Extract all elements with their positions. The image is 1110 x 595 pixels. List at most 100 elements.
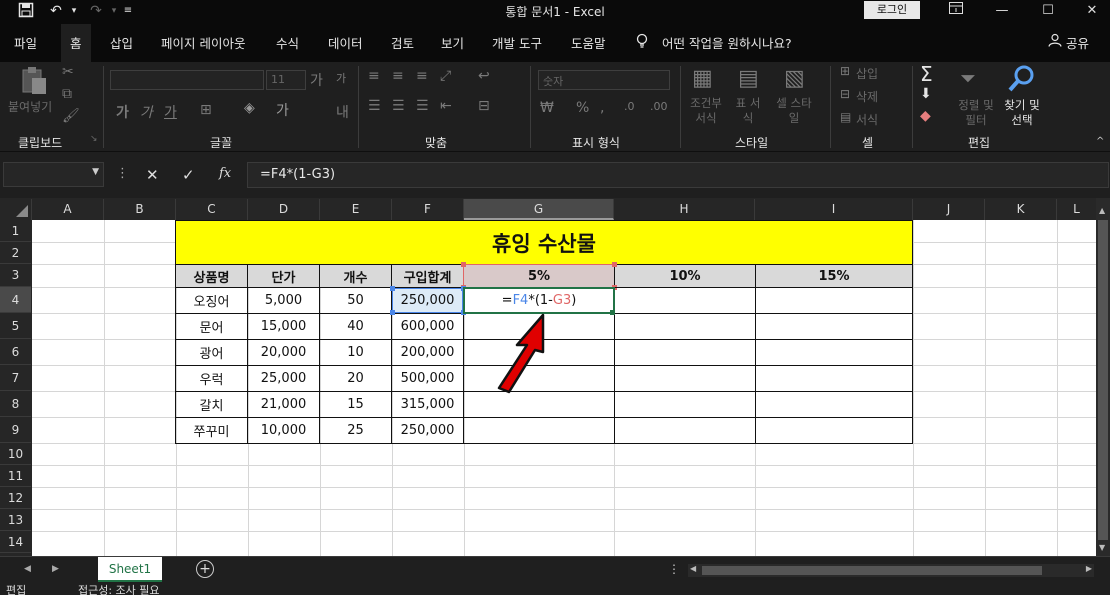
formula-input[interactable]: =F4*(1-G3) [247, 162, 1109, 188]
row-header-12[interactable]: 12 [0, 487, 31, 509]
price-cell[interactable]: 10,000 [248, 418, 319, 443]
accessibility-status[interactable]: 접근성: 조사 필요 [78, 584, 160, 595]
total-cell[interactable]: 315,000 [392, 392, 463, 417]
name-box[interactable]: ▼ [3, 162, 104, 187]
column-header-a[interactable]: A [32, 199, 104, 220]
row-header-6[interactable]: 6 [0, 339, 31, 365]
font-size-box[interactable]: 11 [266, 70, 306, 90]
vertical-scrollbar[interactable]: ▲ ▼ [1096, 198, 1110, 556]
clipboard-launcher-icon[interactable]: ↘ [90, 134, 98, 144]
decrease-font-icon[interactable]: 가 [336, 70, 346, 86]
indent-icon[interactable]: ⇤ [440, 98, 452, 114]
format-table-icon[interactable]: ▤ [738, 66, 759, 91]
insert-function-icon[interactable]: fx [219, 166, 231, 181]
align-left-icon[interactable]: ☰ [368, 98, 381, 114]
total-cell[interactable]: 200,000 [392, 340, 463, 365]
row-header-3[interactable]: 3 [0, 264, 31, 287]
close-icon[interactable]: ✕ [1074, 1, 1110, 21]
delete-cells-icon[interactable]: ⊟ [840, 87, 850, 101]
cell-styles-icon[interactable]: ▧ [784, 66, 805, 91]
qty-cell[interactable]: 15 [320, 392, 391, 417]
find-select-label[interactable]: 찾기 및 선택 [998, 98, 1046, 128]
increase-font-icon[interactable]: 가 [310, 70, 323, 90]
cancel-icon[interactable]: ✕ [146, 166, 159, 184]
paste-label[interactable]: 붙여넣기 [8, 98, 52, 115]
fill-handle[interactable] [610, 310, 615, 315]
format-table-label[interactable]: 표 서식 [734, 96, 762, 126]
cut-icon[interactable]: ✂ [62, 64, 74, 80]
fill-icon[interactable]: ⬇ [920, 86, 932, 102]
product-cell[interactable]: 갈치 [176, 392, 247, 417]
cell-styles-label[interactable]: 셀 스타일 [772, 96, 816, 126]
product-cell[interactable]: 쭈꾸미 [176, 418, 247, 443]
column-header-b[interactable]: B [104, 199, 176, 220]
share-button[interactable]: 공유 [1066, 33, 1089, 52]
column-header-g[interactable]: G [464, 199, 614, 220]
tab-insert[interactable]: 삽입 [110, 33, 133, 52]
tab-view[interactable]: 보기 [441, 33, 464, 52]
qty-cell[interactable]: 25 [320, 418, 391, 443]
align-middle-icon[interactable]: ≡ [392, 68, 404, 84]
select-all-corner[interactable] [0, 199, 32, 220]
italic-button[interactable]: 가 [140, 102, 153, 122]
header-cell[interactable]: 상품명 [175, 264, 248, 288]
scroll-tabs-right-icon[interactable]: ▶ [52, 564, 59, 574]
price-cell[interactable]: 5,000 [248, 288, 319, 313]
border-icon[interactable]: ⊞ [200, 102, 212, 118]
row-header-14[interactable]: 14 [0, 531, 31, 553]
minimize-icon[interactable]: — [984, 1, 1020, 21]
table-title[interactable]: 휴잉 수산물 [175, 220, 913, 265]
merge-center-icon[interactable]: ⊟ [478, 98, 490, 114]
qty-cell[interactable]: 20 [320, 366, 391, 391]
column-header-k[interactable]: K [985, 199, 1057, 220]
wrap-text-icon[interactable]: ↩ [478, 68, 490, 84]
more-icon[interactable]: ⋮ [116, 166, 129, 181]
tab-data[interactable]: 데이터 [328, 33, 363, 52]
underline-button[interactable]: 가 [164, 102, 177, 122]
align-top-icon[interactable]: ≡ [368, 68, 380, 84]
tab-home[interactable]: 홈 [61, 24, 91, 62]
collapse-ribbon-icon[interactable]: ^ [1096, 136, 1104, 147]
header-cell-g3[interactable]: 5% [463, 264, 615, 288]
number-format-box[interactable]: 숫자 [538, 70, 670, 90]
login-button[interactable]: 로그인 [864, 1, 920, 19]
header-cell[interactable]: 개수 [319, 264, 392, 288]
price-cell[interactable]: 21,000 [248, 392, 319, 417]
column-header-i[interactable]: I [755, 199, 913, 220]
currency-icon[interactable]: ₩ [540, 100, 554, 116]
tab-review[interactable]: 검토 [391, 33, 414, 52]
format-cells-label[interactable]: 서식 [856, 111, 878, 128]
font-name-box[interactable] [110, 70, 264, 90]
total-cell-f4[interactable]: 250,000 [392, 288, 463, 313]
ribbon-display-icon[interactable] [938, 1, 974, 21]
product-cell[interactable]: 오징어 [176, 288, 247, 313]
increase-decimal-icon[interactable]: .0 [624, 100, 635, 113]
scroll-tabs-left-icon[interactable]: ◀ [24, 564, 31, 574]
sort-filter-icon[interactable]: ⏷ [960, 66, 976, 90]
find-select-icon[interactable] [1006, 64, 1036, 98]
column-header-e[interactable]: E [320, 199, 392, 220]
product-cell[interactable]: 우럭 [176, 366, 247, 391]
total-cell[interactable]: 500,000 [392, 366, 463, 391]
align-center-icon[interactable]: ☰ [392, 98, 405, 114]
tab-help[interactable]: 도움말 [571, 33, 606, 52]
tab-formulas[interactable]: 수식 [276, 33, 299, 52]
column-header-c[interactable]: C [176, 199, 248, 220]
autosum-icon[interactable]: Σ [920, 62, 933, 86]
insert-cells-label[interactable]: 삽입 [856, 65, 878, 82]
total-cell[interactable]: 600,000 [392, 314, 463, 339]
tab-page-layout[interactable]: 페이지 레이아웃 [161, 33, 245, 52]
total-cell[interactable]: 250,000 [392, 418, 463, 443]
format-painter-icon[interactable]: 🖌 [62, 108, 80, 124]
delete-cells-label[interactable]: 삭제 [856, 88, 878, 105]
insert-cells-icon[interactable]: ⊞ [840, 64, 850, 78]
paste-icon[interactable] [18, 66, 50, 96]
percent-icon[interactable]: % [576, 100, 589, 116]
product-cell[interactable]: 문어 [176, 314, 247, 339]
active-cell-g4[interactable]: = F4 *(1- G3) [463, 287, 615, 314]
tab-file[interactable]: 파일 [14, 33, 37, 52]
align-right-icon[interactable]: ☰ [416, 98, 429, 114]
tab-developer[interactable]: 개발 도구 [492, 33, 542, 52]
orientation-icon[interactable]: ⤢ [440, 68, 451, 84]
price-cell[interactable]: 25,000 [248, 366, 319, 391]
